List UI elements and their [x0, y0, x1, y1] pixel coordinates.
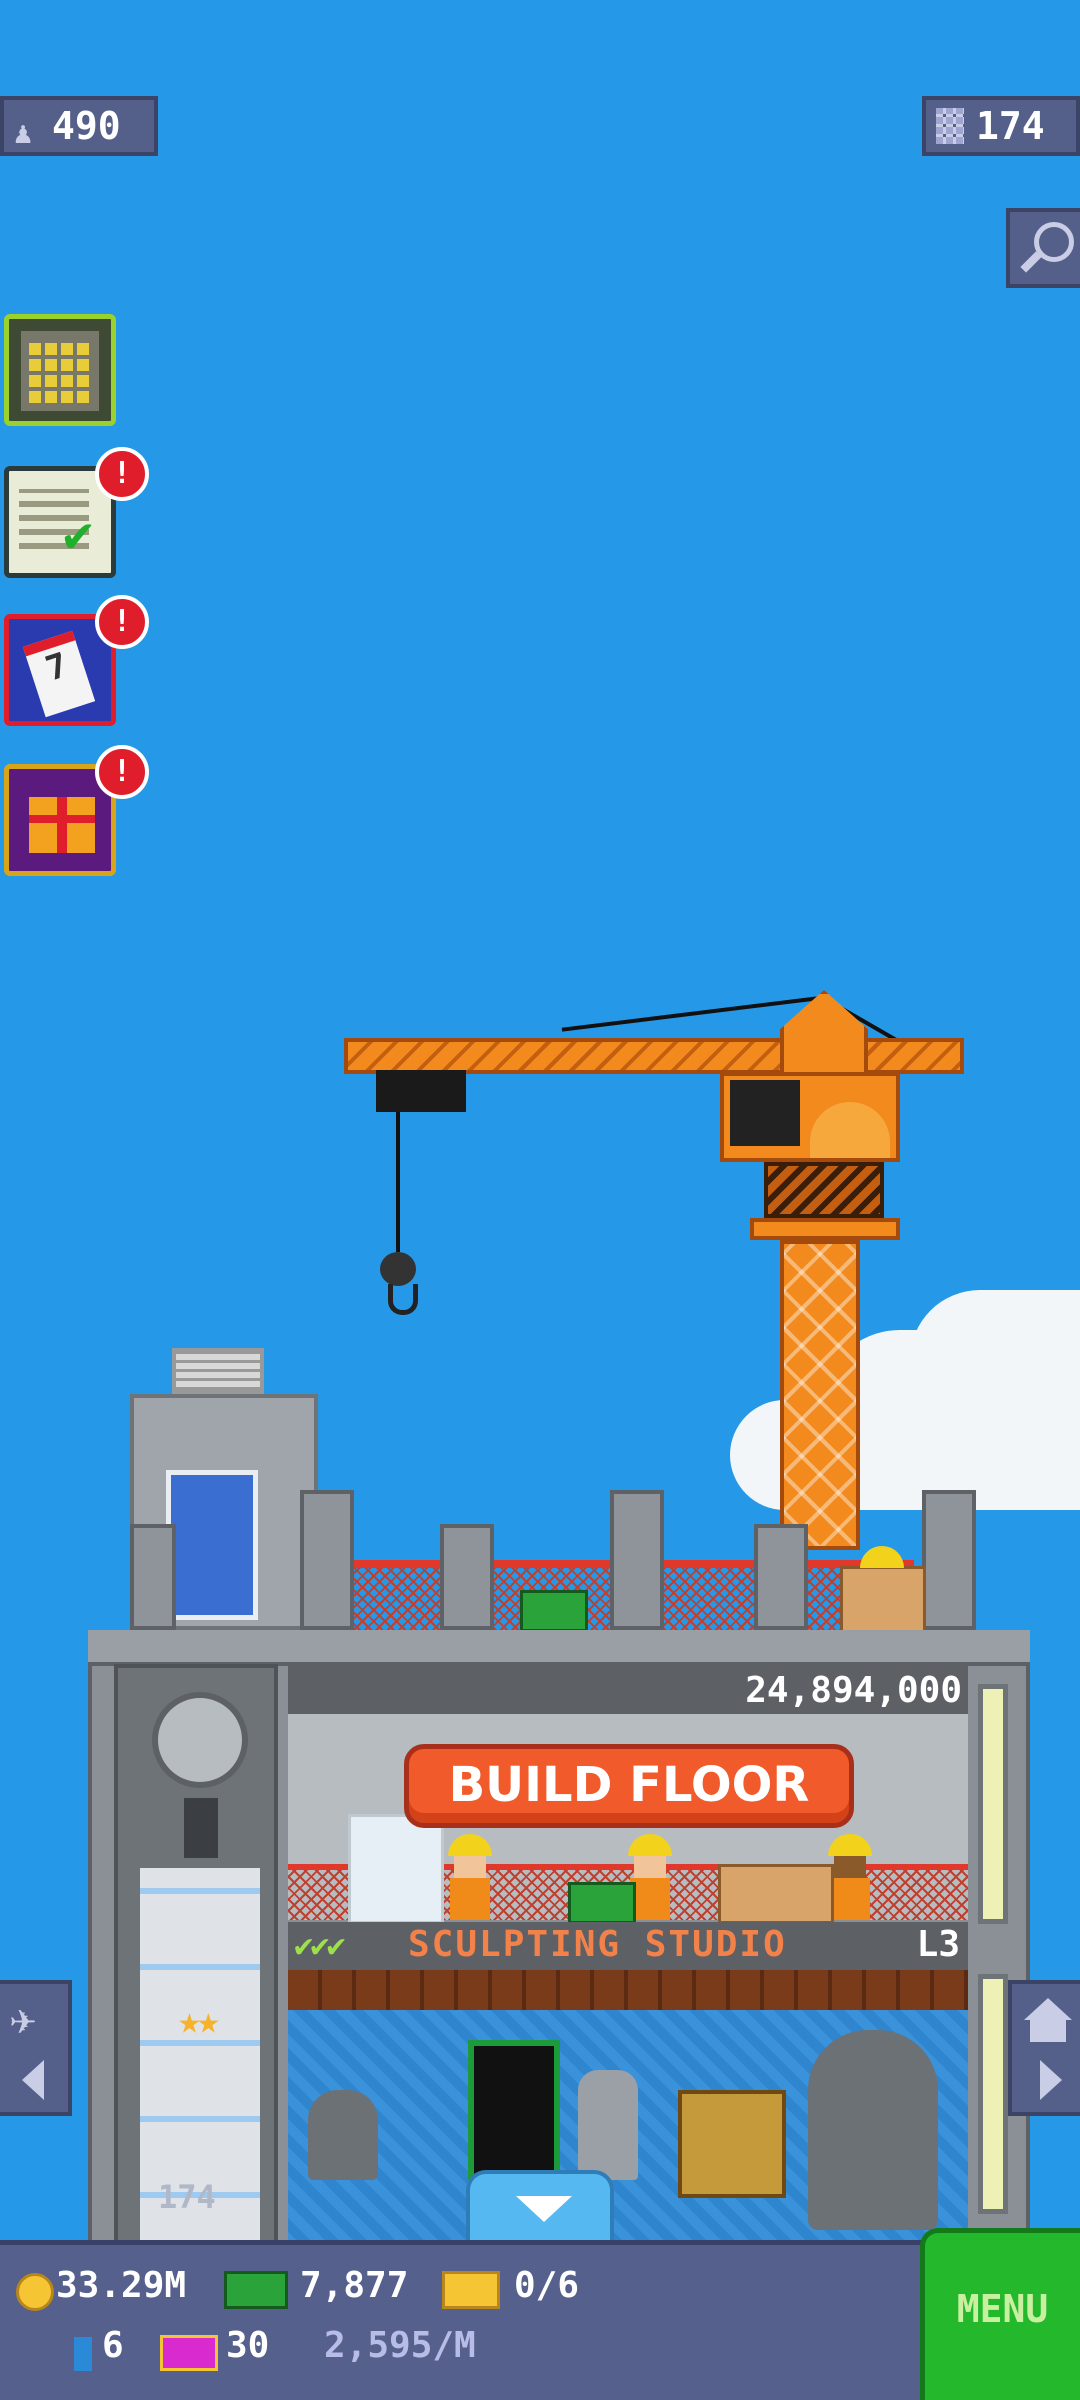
build-floor-label: BUILD FLOOR	[448, 1757, 810, 1813]
zoom-search-button[interactable]	[1006, 208, 1080, 288]
floor-name: SCULPTING STUDIO	[408, 1924, 787, 1965]
floor-count-value: 174	[976, 104, 1045, 148]
chevron-down-icon	[516, 2196, 572, 2222]
medal-icon	[160, 2335, 218, 2371]
menu-button[interactable]: MENU	[920, 2228, 1080, 2400]
missions-alert-badge: !	[95, 447, 149, 501]
build-cost: 24,894,000	[745, 1670, 962, 1711]
arrow-right-icon	[1040, 2060, 1062, 2100]
bux-icon	[224, 2271, 288, 2309]
worker	[448, 1834, 492, 1920]
ticket-count-value: 6	[102, 2325, 124, 2366]
calendar-button[interactable]: 7 !	[4, 595, 149, 726]
building-grid-icon	[936, 108, 964, 144]
bottom-bar: 33.29M 7,877 0/6 6 30 2,595/M	[0, 2240, 1080, 2400]
elevator-floor-number: 174	[158, 2178, 216, 2216]
floor-label-bar[interactable]: ✔✔✔ SCULPTING STUDIO L3	[288, 1922, 968, 1970]
sculpture-bust	[308, 2090, 378, 2180]
gift-icon	[29, 797, 95, 853]
magnifier-handle	[1020, 251, 1042, 273]
plane-icon: ✈	[10, 1994, 37, 2045]
elevator-shaft: ★★ 174	[114, 1664, 278, 2268]
worker-sculptor	[578, 2070, 638, 2180]
lobby-nav-button[interactable]: ✈	[0, 1980, 72, 2116]
building-icon	[21, 331, 99, 411]
worker	[828, 1834, 872, 1920]
missions-button[interactable]: ✔ !	[4, 447, 149, 578]
population-counter: ♟ 490	[0, 96, 158, 156]
sculpting-studio-floor[interactable]	[288, 1970, 968, 2260]
calendar-icon: 7	[22, 630, 96, 718]
bookshelf	[678, 2090, 786, 2198]
checkmark-icon: ✔	[63, 505, 94, 563]
coins-value: 33.29M	[56, 2265, 187, 2306]
sculpture-statue	[808, 2030, 938, 2230]
floor-counter: 174	[922, 96, 1080, 156]
vip-tickets-value: 0/6	[514, 2265, 580, 2306]
home-nav-button[interactable]	[1008, 1980, 1080, 2116]
tower-overview-button[interactable]	[4, 314, 116, 426]
elevator-stars: ★★	[178, 1998, 220, 2042]
glass-panels	[348, 1814, 444, 1924]
roof-area	[90, 1340, 1030, 1640]
build-floor-button[interactable]: BUILD FLOOR	[404, 1744, 854, 1828]
medals-value: 30	[226, 2325, 270, 2366]
building: ★★ 174 24,894,000 BUILD FLOOR ✔✔✔ SCULPT…	[88, 1630, 1030, 2268]
elevator-pulley	[152, 1692, 248, 1788]
floor-level: L3	[916, 1924, 960, 1965]
roof-door	[166, 1470, 258, 1620]
population-value: 490	[52, 104, 121, 148]
menu-label: MENU	[956, 2287, 1049, 2331]
gift-button[interactable]: !	[4, 745, 149, 876]
studio-door	[468, 2040, 560, 2180]
scroll-down-button[interactable]	[466, 2170, 614, 2240]
home-icon	[1024, 1998, 1072, 2020]
vip-ticket-icon	[442, 2271, 500, 2309]
calendar-alert-badge: !	[95, 595, 149, 649]
person-icon: ♟	[14, 116, 33, 151]
income-rate: 2,595/M	[324, 2325, 476, 2366]
gift-alert-badge: !	[95, 745, 149, 799]
arrow-left-icon	[22, 2060, 44, 2100]
ticket-icon	[74, 2337, 92, 2371]
stars-checks-icon: ✔✔✔	[294, 1926, 346, 1964]
coin-icon	[16, 2273, 54, 2311]
bux-value: 7,877	[300, 2265, 409, 2306]
